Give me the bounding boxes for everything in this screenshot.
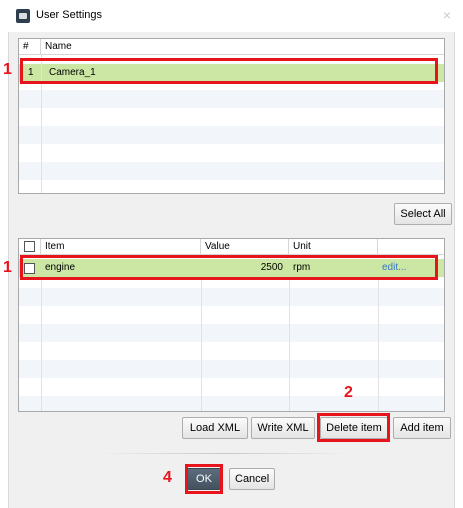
annotation-marker: 1 — [3, 61, 12, 78]
empty-row — [19, 288, 444, 306]
table-row[interactable]: 1 Camera_1 — [19, 64, 444, 82]
ok-button[interactable]: OK — [187, 468, 221, 490]
window-title: User Settings — [36, 9, 103, 21]
column-header-checkbox[interactable] — [19, 239, 41, 255]
empty-row — [19, 360, 444, 378]
annotation-marker: 2 — [344, 384, 353, 401]
row-checkbox[interactable] — [24, 263, 35, 274]
table-row[interactable]: engine 2500 rpm edit... — [19, 259, 444, 277]
column-header-name[interactable]: Name — [41, 39, 444, 55]
row-item: engine — [45, 262, 76, 273]
camera-table-header: # Name — [19, 39, 444, 55]
items-table: Item Value Unit engine 2500 rpm edit... — [18, 238, 445, 412]
cancel-button[interactable]: Cancel — [229, 468, 275, 490]
items-table-header: Item Value Unit — [19, 239, 444, 255]
column-header-value[interactable]: Value — [201, 239, 289, 255]
column-divider — [289, 277, 290, 411]
empty-row — [19, 162, 444, 180]
empty-row — [19, 324, 444, 342]
column-divider — [41, 55, 42, 193]
title-bar: User Settings × — [0, 0, 463, 32]
delete-item-button[interactable]: Delete item — [320, 417, 388, 439]
column-header-unit[interactable]: Unit — [289, 239, 378, 255]
row-name: Camera_1 — [49, 67, 96, 78]
select-all-checkbox[interactable] — [24, 241, 35, 252]
edit-link[interactable]: edit... — [382, 259, 406, 277]
load-xml-button[interactable]: Load XML — [182, 417, 248, 439]
row-index: 1 — [28, 67, 34, 78]
row-unit: rpm — [293, 262, 311, 273]
select-all-button[interactable]: Select All — [394, 203, 452, 225]
write-xml-button[interactable]: Write XML — [251, 417, 315, 439]
app-icon — [16, 9, 30, 23]
user-settings-window: User Settings × # Name 1 Camera_1 Select… — [0, 0, 463, 508]
camera-table: # Name 1 Camera_1 — [18, 38, 445, 194]
empty-row — [19, 90, 444, 108]
empty-row — [19, 396, 444, 411]
annotation-marker: 1 — [3, 259, 12, 276]
close-icon[interactable]: × — [439, 7, 455, 23]
add-item-button[interactable]: Add item — [393, 417, 451, 439]
column-header-action — [378, 239, 444, 255]
empty-row — [19, 126, 444, 144]
column-divider — [41, 277, 42, 411]
column-header-index[interactable]: # — [19, 39, 41, 55]
button-separator — [100, 453, 350, 454]
column-divider — [201, 277, 202, 411]
column-header-item[interactable]: Item — [41, 239, 201, 255]
annotation-marker: 4 — [163, 469, 172, 486]
column-divider — [378, 277, 379, 411]
row-value: 2500 — [260, 262, 283, 273]
